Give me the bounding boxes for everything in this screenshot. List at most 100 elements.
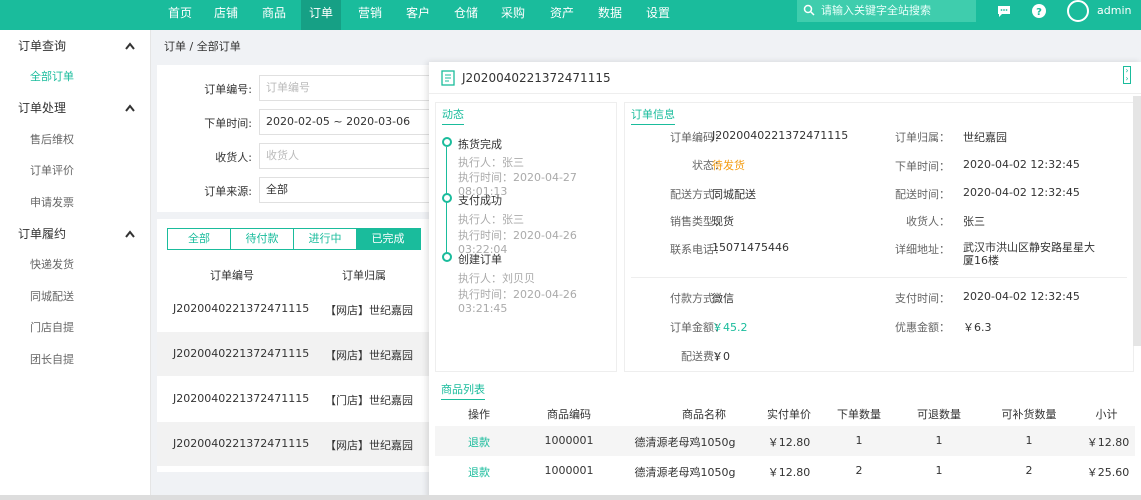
source-select[interactable]: 全部 (259, 177, 437, 203)
goods-refundable-qty-cell: 1 (935, 464, 943, 477)
goods-restock-qty-cell: 1 (1025, 434, 1033, 447)
table-row[interactable]: J2020040221372471115 【网店】世纪嘉园 (157, 332, 437, 376)
nav-purchase[interactable]: 采购 (493, 0, 533, 30)
shipping-fee-value: ￥0 (712, 350, 730, 363)
phone-label: 联系电话： (670, 243, 725, 256)
sidebar-item-invoice[interactable]: 申请发票 (30, 194, 74, 210)
order-time-range-input[interactable]: 2020-02-05 ~ 2020-03-06 (259, 109, 437, 135)
goods-subtotal-cell: ￥12.80 (1086, 436, 1130, 449)
receiver-label: 收货人： (906, 215, 950, 228)
col-header-price: 实付单价 (767, 408, 811, 421)
col-header-name: 商品名称 (682, 408, 726, 421)
svg-text:?: ? (1036, 7, 1042, 18)
sidebar-item-after-sales[interactable]: 售后维权 (30, 131, 74, 147)
nav-home[interactable]: 首页 (160, 0, 200, 30)
table-row: 退款 1000001 德清源老母鸡1050g ￥12.80 1 1 1 ￥12.… (435, 426, 1135, 456)
address-value: 武汉市洪山区静安路星星大厦16楼 (963, 241, 1095, 267)
col-header-owner: 订单归属 (342, 269, 386, 282)
tab-pending-payment[interactable]: 待付款 (231, 229, 294, 249)
receiver-value: 张三 (963, 215, 985, 228)
col-header-code: 商品编码 (547, 408, 591, 421)
phone-value: 15071475446 (712, 241, 789, 254)
timeline-dot (442, 137, 452, 147)
sidebar-item-reviews[interactable]: 订单评价 (30, 162, 74, 178)
table-row[interactable]: J2020040221372471115 【网店】世纪嘉园 (157, 287, 437, 331)
delivery-method-value: 同城配送 (712, 188, 756, 201)
sidebar-item-express[interactable]: 快递发货 (30, 256, 74, 272)
tab-all[interactable]: 全部 (168, 229, 231, 249)
message-icon[interactable] (996, 3, 1012, 19)
timeline-step-title: 支付成功 (458, 194, 502, 207)
order-time-value: 2020-04-02 12:32:45 (963, 158, 1080, 171)
order-no-label: 订单编号: (204, 83, 252, 96)
detail-title: J2020040221372471115 (462, 71, 611, 85)
refund-link[interactable]: 退款 (459, 464, 499, 480)
status-badge: 待发货 (712, 159, 745, 172)
order-info-title: 订单信息 (631, 106, 675, 125)
sidebar-item-store-pickup[interactable]: 门店自提 (30, 319, 74, 335)
nav-assets[interactable]: 资产 (542, 0, 582, 30)
receiver-input[interactable]: 收货人 (259, 143, 437, 169)
divider (631, 277, 1127, 278)
sidebar-group-order-process[interactable]: 订单处理 (0, 94, 151, 122)
tab-completed[interactable]: 已完成 (357, 229, 420, 249)
nav-marketing[interactable]: 营销 (350, 0, 390, 30)
help-icon[interactable]: ? (1031, 3, 1047, 19)
order-time-label: 下单时间： (895, 160, 950, 173)
tab-in-progress[interactable]: 进行中 (294, 229, 357, 249)
nav-settings[interactable]: 设置 (638, 0, 678, 30)
order-no-input[interactable]: 订单编号 (259, 75, 437, 101)
user-avatar[interactable] (1067, 0, 1089, 22)
sidebar-item-leader-pickup[interactable]: 团长自提 (30, 351, 74, 367)
goods-list-title: 商品列表 (441, 381, 485, 400)
nav-shop[interactable]: 店铺 (206, 0, 246, 30)
chevron-up-icon (125, 42, 135, 50)
order-code-label: 订单编码： (670, 131, 725, 144)
order-no-cell: J2020040221372471115 (173, 302, 310, 315)
discount-label: 优惠金额： (895, 321, 950, 334)
timeline-step-title: 拣货完成 (458, 138, 502, 151)
nav-customers[interactable]: 客户 (398, 0, 438, 30)
sidebar: 订单查询 全部订单 订单处理 售后维权 订单评价 申请发票 订单履约 快递发货 … (0, 30, 151, 500)
nav-goods[interactable]: 商品 (254, 0, 294, 30)
col-header-order-qty: 下单数量 (837, 408, 881, 421)
top-navbar: 首页 店铺 商品 订单 营销 客户 仓储 采购 资产 数据 设置 请输入关键字全… (0, 0, 1141, 30)
refund-link[interactable]: 退款 (459, 434, 499, 450)
owner-cell: 【网店】世纪嘉园 (325, 304, 413, 317)
goods-price-cell: ￥12.80 (767, 466, 811, 479)
vertical-scrollbar[interactable] (1133, 96, 1141, 346)
timeline-step-operator: 执行人：张三 (458, 213, 524, 226)
order-no-cell: J2020040221372471115 (173, 437, 310, 450)
table-row[interactable]: J2020040221372471115 【门店】世纪嘉园 (157, 377, 437, 421)
order-amount-label: 订单金额： (670, 321, 725, 334)
goods-code-cell: 1000001 (544, 464, 594, 477)
col-header-subtotal: 小计 (1095, 408, 1118, 421)
col-header-refundable-qty: 可退数量 (917, 408, 961, 421)
close-icon[interactable]: › › (1123, 66, 1131, 84)
nav-orders[interactable]: 订单 (301, 0, 342, 30)
delivery-time-value: 2020-04-02 12:32:45 (963, 186, 1080, 199)
address-label: 详细地址： (895, 243, 950, 256)
order-no-cell: J2020040221372471115 (173, 347, 310, 360)
global-search-input[interactable]: 请输入关键字全站搜索 (797, 0, 976, 22)
col-header-order-no: 订单编号 (210, 269, 254, 282)
sidebar-item-city-delivery[interactable]: 同城配送 (30, 288, 74, 304)
goods-name-cell: 德清源老母鸡1050g (634, 436, 736, 449)
sidebar-group-label: 订单处理 (18, 101, 67, 115)
timeline-step-operator: 执行人：张三 (458, 156, 524, 169)
sidebar-item-all-orders[interactable]: 全部订单 (30, 68, 74, 84)
shipping-fee-label: 配送费： (681, 350, 725, 363)
receiver-label: 收货人: (215, 151, 252, 164)
source-label: 订单来源: (204, 185, 252, 198)
col-header-restock-qty: 可补货数量 (1001, 408, 1057, 421)
nav-data[interactable]: 数据 (590, 0, 630, 30)
sidebar-group-fulfillment[interactable]: 订单履约 (0, 220, 151, 248)
goods-refundable-qty-cell: 1 (935, 434, 943, 447)
owner-value: 世纪嘉园 (963, 131, 1007, 144)
nav-warehouse[interactable]: 仓储 (446, 0, 486, 30)
horizontal-scrollbar[interactable] (0, 495, 1141, 500)
table-row: 退款 1000001 德清源老母鸡1050g ￥12.80 2 1 2 ￥25.… (435, 456, 1135, 486)
username[interactable]: admin (1097, 4, 1131, 17)
table-row[interactable]: J2020040221372471115 【网店】世纪嘉园 (157, 422, 437, 466)
sidebar-group-order-query[interactable]: 订单查询 (0, 32, 151, 60)
